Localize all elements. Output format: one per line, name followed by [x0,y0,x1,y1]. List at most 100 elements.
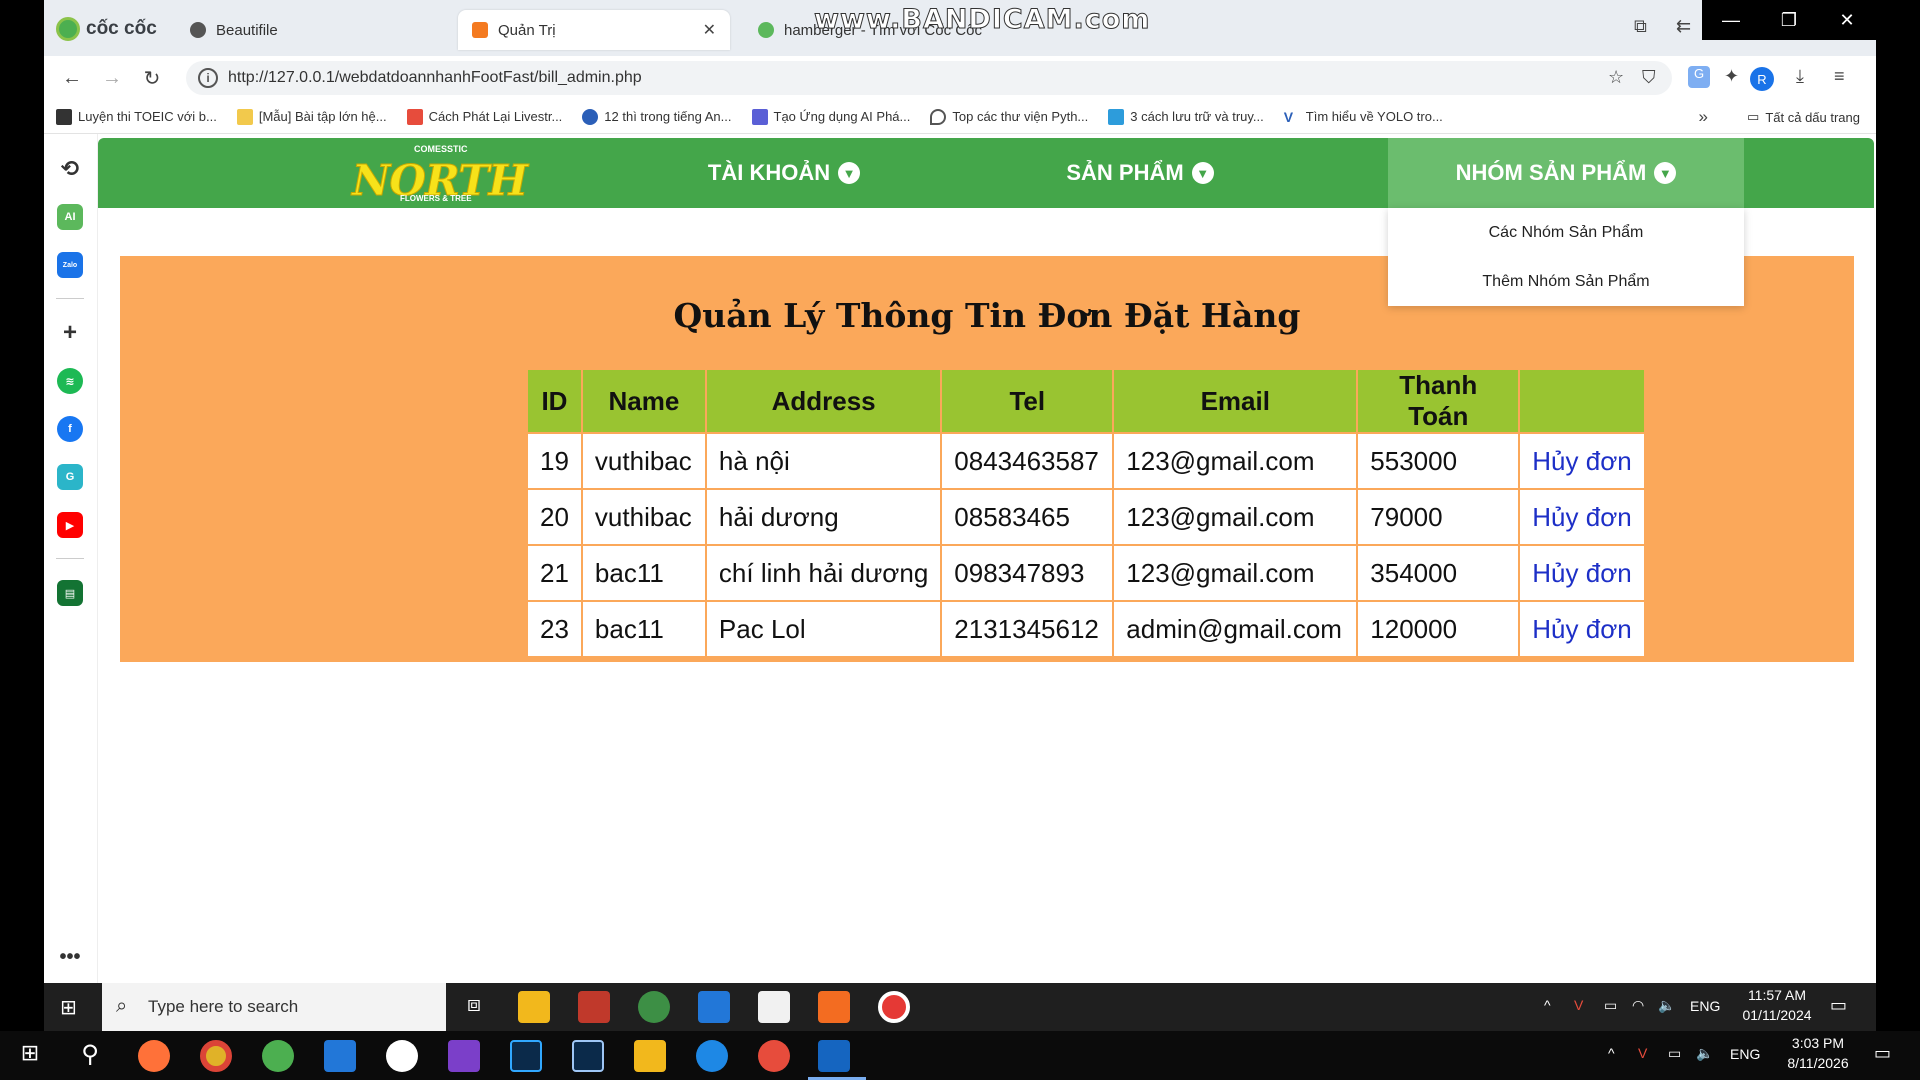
cell-id: 23 [526,600,583,658]
star-icon[interactable]: ☆ [1608,67,1624,88]
menu-san-pham[interactable]: SẢN PHẨM ▼ [1030,138,1250,208]
bookmark-label: Top các thư viện Pyth... [952,109,1089,124]
close-tab-icon[interactable]: ✕ [703,20,716,40]
cancel-order-link[interactable]: Hủy đơn [1532,558,1631,588]
volume-icon[interactable]: 🔈 [1658,997,1675,1014]
vscode-icon[interactable] [324,1040,356,1072]
bookmark-item[interactable]: Tạo Ứng dụng AI Phá... [751,108,910,125]
cell-id: 19 [526,432,583,490]
shield-icon[interactable]: ⛉ [1642,67,1656,88]
menu-tai-khoan[interactable]: TÀI KHOẢN ▼ [674,138,894,208]
chrome-icon[interactable] [200,1040,232,1072]
zalo-taskbar-icon[interactable] [386,1040,418,1072]
add-icon[interactable]: + [57,319,83,346]
youtube-icon[interactable]: ▶ [57,512,83,538]
bookmark-item[interactable]: Top các thư viện Pyth... [930,108,1089,125]
clock-date[interactable]: 8/11/2026 [1768,1055,1868,1071]
address-bar[interactable]: i http://127.0.0.1/webdatdoannhanhFootFa… [186,61,1672,95]
battery-icon[interactable]: ▭ [1604,997,1617,1014]
vscode-icon[interactable] [698,991,730,1023]
bookmark-item[interactable]: Cách Phát Lại Livestr... [406,108,562,125]
app-icon[interactable] [578,991,610,1023]
zalo-icon[interactable]: Zalo [57,252,83,278]
windows-start-icon[interactable]: ⊞ [14,1040,46,1072]
logo-bottom-text: FLOWERS & TREE [400,194,472,203]
tab-beautifile[interactable]: Beautifile [176,10,436,50]
browser-brand[interactable]: cốc cốc [56,16,157,42]
vivaldi-icon[interactable]: V [1574,997,1583,1013]
forward-icon[interactable]: → [100,66,124,90]
file-explorer-icon[interactable] [518,991,550,1023]
tray-chevron-icon[interactable]: ^ [1544,997,1551,1013]
screenshot-icon[interactable]: ⧉ [1634,16,1647,37]
restore-icon[interactable]: ❐ [1760,0,1818,40]
all-bookmarks[interactable]: ▭ Tất cả dấu trang [1747,109,1860,125]
dropdown-item-add-group[interactable]: Thêm Nhóm Sản Phẩm [1388,257,1744,306]
cancel-order-link[interactable]: Hủy đơn [1532,446,1631,476]
xampp-icon[interactable] [818,991,850,1023]
windows-start-icon[interactable]: ⊞ [60,995,84,1019]
cell-action: Hủy đơn [1518,432,1646,490]
lightroom-icon[interactable] [572,1040,604,1072]
site-logo[interactable]: COMESSTIC NORTH FLOWERS & TREE [351,144,528,206]
photoshop-icon[interactable] [510,1040,542,1072]
tray-chevron-icon[interactable]: ^ [1608,1045,1615,1061]
chevron-down-icon: ▼ [838,162,861,184]
clock-date[interactable]: 01/11/2024 [1732,1007,1822,1023]
translate-icon[interactable]: G [1688,66,1710,88]
cancel-order-link[interactable]: Hủy đơn [1532,502,1631,532]
menu-nhom-san-pham[interactable]: NHÓM SẢN PHẨM ▼ [1388,138,1744,208]
cancel-order-link[interactable]: Hủy đơn [1532,614,1631,644]
remote-app-icon[interactable] [818,1040,850,1072]
history-icon[interactable]: ⟲ [57,156,83,182]
bookmark-item[interactable]: [Mẫu] Bài tập lớn hệ... [236,108,387,125]
minimize-icon[interactable]: — [1702,0,1760,40]
ai-assistant-icon[interactable]: AI [57,204,83,230]
language-indicator[interactable]: ENG [1690,998,1720,1014]
profile-avatar[interactable]: R [1750,67,1774,91]
network-icon[interactable]: ◠ [1632,997,1644,1014]
volume-icon[interactable]: 🔈 [1696,1045,1713,1062]
clock-time[interactable]: 11:57 AM [1732,987,1822,1003]
notification-icon[interactable]: ▭ [1874,1043,1891,1064]
clock-time[interactable]: 3:03 PM [1768,1035,1868,1051]
paint-icon[interactable] [758,1040,790,1072]
inner-search-box[interactable]: ⌕ Type here to search [102,983,446,1031]
reload-icon[interactable]: ↻ [140,66,164,90]
bookmark-item[interactable]: 12 thì trong tiếng An... [582,108,732,125]
store-icon[interactable] [758,991,790,1023]
bookmark-item[interactable]: Luyện thi TOEIC với b... [56,108,217,125]
coccoc-taskbar-icon[interactable] [262,1040,294,1072]
bandicam-record-icon[interactable] [878,991,910,1023]
language-indicator[interactable]: ENG [1730,1046,1760,1062]
file-explorer-icon[interactable] [634,1040,666,1072]
bookmark-item[interactable]: 3 cách lưu trữ và truy... [1108,108,1264,125]
grammar-icon [582,108,599,125]
bookmark-item[interactable]: V Tìm hiểu về YOLO tro... [1283,108,1443,125]
vivaldi-icon[interactable]: V [1638,1045,1647,1061]
close-window-icon[interactable]: ✕ [1818,0,1876,40]
back-icon[interactable]: ← [60,66,84,90]
download-icon[interactable]: ⤓ [1796,66,1804,87]
firefox-icon[interactable] [138,1040,170,1072]
dropdown-item-group-list[interactable]: Các Nhóm Sản Phẩm [1388,208,1744,257]
cell-email: admin@gmail.com [1112,600,1359,658]
coccoc-taskbar-icon[interactable] [638,991,670,1023]
search-icon[interactable]: ⚲ [74,1040,106,1072]
visual-studio-icon[interactable] [448,1040,480,1072]
store-icon[interactable]: ▤ [57,580,83,606]
facebook-icon[interactable]: f [57,416,83,442]
spotify-icon[interactable]: ≋ [57,368,83,394]
notification-icon[interactable]: ▭ [1830,995,1847,1016]
info-icon[interactable]: i [198,68,218,88]
more-icon[interactable]: ••• [57,944,83,970]
network-icon[interactable]: ▭ [1668,1045,1681,1062]
extensions-icon[interactable]: ✦ [1724,66,1739,87]
task-view-icon[interactable]: ⧈ [458,991,490,1023]
more-bookmarks-icon[interactable]: » [1699,107,1708,127]
menu-icon[interactable]: ≡ [1834,66,1845,87]
grammarly-icon[interactable]: G [57,464,83,490]
tab-quan-tri[interactable]: Quản Trị ✕ [458,10,730,50]
back-arrow-icon[interactable]: ⇇ [1676,16,1691,37]
app-icon[interactable] [696,1040,728,1072]
